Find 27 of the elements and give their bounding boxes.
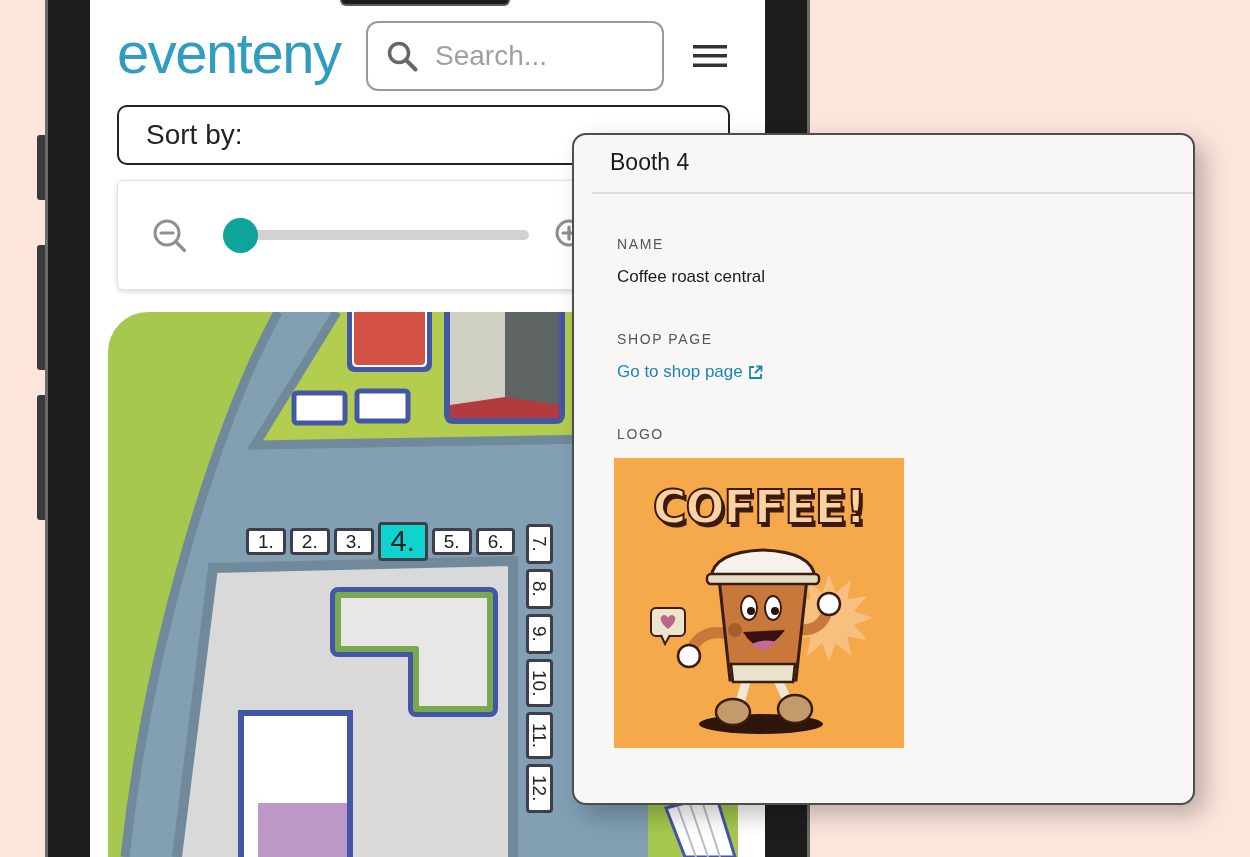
zoom-out-icon[interactable] — [152, 217, 187, 253]
booth-tile[interactable]: 1. — [246, 528, 286, 555]
search-field[interactable]: Search... — [366, 21, 664, 91]
storage-box — [354, 388, 411, 424]
booth-tile[interactable]: 2. — [289, 528, 330, 555]
field-label: NAME — [617, 235, 665, 253]
booth-tile[interactable]: 12. — [526, 764, 553, 813]
search-icon — [386, 40, 418, 72]
booth-tile[interactable]: 3. — [333, 528, 374, 555]
menu-icon[interactable] — [693, 45, 727, 67]
booth-tile[interactable]: 4. — [377, 522, 428, 561]
field-value: Coffee roast central — [617, 266, 767, 288]
external-link-icon — [747, 364, 763, 380]
field-label: LOGO — [617, 425, 665, 443]
shop-page-link[interactable]: Go to shop page — [617, 361, 763, 383]
slider-thumb[interactable] — [223, 217, 258, 253]
zoom-slider[interactable] — [223, 217, 529, 253]
booth-tile[interactable]: 6. — [475, 528, 516, 555]
logo-text: COFFEE! — [652, 480, 866, 534]
booth-tile[interactable]: 11. — [526, 712, 553, 760]
booth-tile[interactable]: 8. — [526, 569, 553, 609]
booth-tile[interactable]: 9. — [526, 614, 553, 654]
booth-tile[interactable]: 10. — [526, 659, 553, 708]
booth-tile[interactable]: 5. — [431, 528, 472, 555]
storage-box — [291, 390, 348, 426]
booth-tile[interactable]: 7. — [526, 524, 553, 564]
field-label: SHOP PAGE — [617, 330, 714, 348]
